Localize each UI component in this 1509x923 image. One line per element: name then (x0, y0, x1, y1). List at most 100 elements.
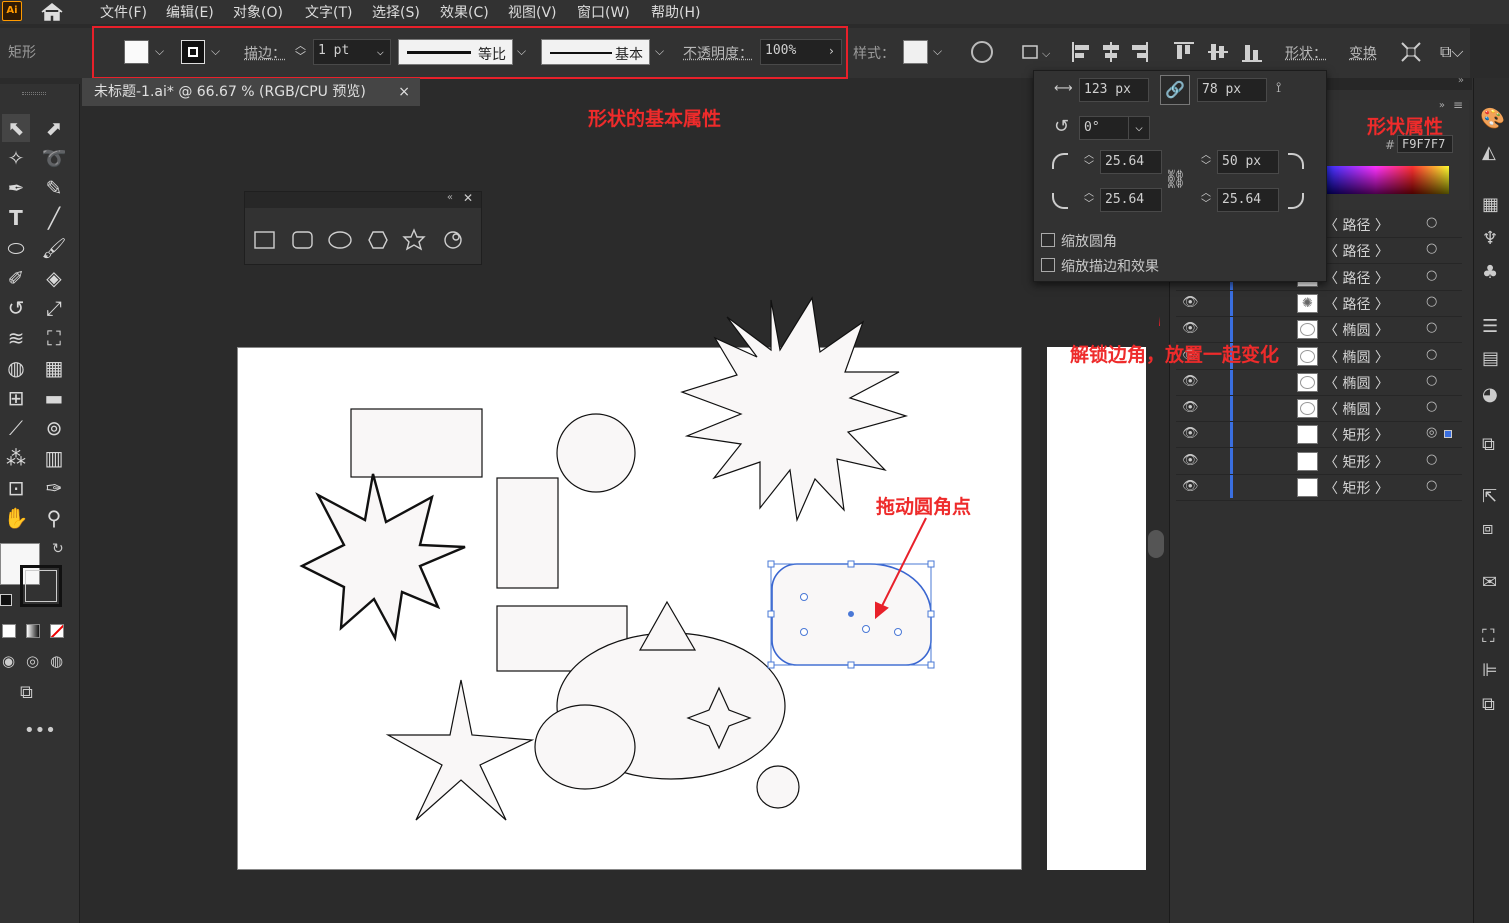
color-spectrum[interactable] (1327, 166, 1449, 194)
unlink-corners-icon[interactable]: ⛓ (1164, 169, 1187, 190)
target-icon[interactable]: ○ (1426, 268, 1437, 283)
eye-icon[interactable]: 👁 (1182, 400, 1199, 415)
gradient-tool-icon[interactable]: ▬ (40, 384, 68, 412)
height-input[interactable]: 78 px (1197, 78, 1267, 102)
target-icon[interactable]: ○ (1426, 399, 1437, 414)
eyedropper-icon[interactable]: ⟋ (2, 414, 30, 442)
paintbrush-icon[interactable]: 🖌 (40, 234, 68, 262)
shape-mode-icon[interactable]: ⌵ (1020, 40, 1054, 64)
menu-file[interactable]: 文件(F) (100, 2, 147, 22)
corner-tr-input[interactable]: 50 px (1217, 150, 1279, 174)
menu-effect[interactable]: 效果(C) (440, 2, 489, 22)
home-icon[interactable] (40, 2, 64, 22)
graph-tool-icon[interactable]: ▥ (40, 444, 68, 472)
gradient-mode-icon[interactable] (26, 624, 40, 638)
magic-wand-icon[interactable]: ✧ (2, 144, 30, 172)
selection-indicator[interactable] (1444, 430, 1452, 439)
close-icon[interactable]: ✕ (463, 191, 473, 205)
lasso-icon[interactable]: ➰ (40, 144, 68, 172)
more-tools-icon[interactable]: ••• (24, 720, 56, 741)
artboards-icon[interactable]: ⧈ (1482, 518, 1493, 539)
document-tab[interactable]: 未标题-1.ai* @ 66.67 % (RGB/CPU 预览) × (82, 78, 420, 106)
export-icon[interactable]: ⇱ (1482, 486, 1497, 507)
symbols-icon[interactable]: ♣ (1482, 262, 1498, 283)
align-panel-icon[interactable]: ⊫ (1482, 660, 1498, 681)
shaper-tool-icon[interactable]: ✐ (2, 264, 30, 292)
free-transform-icon[interactable]: ⛶ (40, 324, 68, 352)
none-mode-icon[interactable] (50, 624, 64, 638)
swatches-icon[interactable]: ▦ (1482, 194, 1499, 215)
draw-inside-icon[interactable]: ◍ (50, 652, 63, 670)
target-icon[interactable]: ◎ (1426, 425, 1437, 440)
panel-menu-icon[interactable]: ≡ (1453, 98, 1463, 112)
brushes-icon[interactable]: ♆ (1482, 228, 1498, 249)
close-tab-icon[interactable]: × (398, 78, 410, 106)
menu-window[interactable]: 窗口(W) (577, 2, 630, 22)
artboard-secondary[interactable] (1047, 347, 1146, 870)
layer-row[interactable]: 👁 ✺ 〈 路径 〉 ○ (1176, 291, 1462, 317)
target-icon[interactable]: ○ (1426, 241, 1437, 256)
eye-icon[interactable]: 👁 (1182, 374, 1199, 389)
pathfinder-icon[interactable]: ⧉ (1482, 694, 1495, 715)
layer-row[interactable]: 👁 〈 矩形 〉 ◎ (1176, 422, 1462, 449)
transform-panel-icon[interactable]: ⛶ (1482, 626, 1495, 647)
chevron-down-icon[interactable]: ⌵ (1128, 116, 1150, 140)
stroke-panel-icon[interactable]: ☰ (1482, 316, 1498, 337)
rotate-tool-icon[interactable]: ↺ (2, 294, 30, 322)
gradient-panel-icon[interactable]: ▤ (1482, 348, 1499, 369)
corner-tl-input[interactable]: 25.64 (1100, 150, 1162, 174)
appearance-icon[interactable]: ⧉ (1482, 434, 1495, 455)
shape-props-button[interactable]: 形状： (1285, 43, 1327, 63)
menu-object[interactable]: 对象(O) (233, 2, 283, 22)
zoom-tool-icon[interactable]: ⚲ (40, 504, 68, 532)
target-icon[interactable]: ○ (1426, 347, 1437, 362)
selection-tool-icon[interactable]: ⬉ (2, 114, 30, 142)
transparency-icon[interactable]: ◕ (1482, 384, 1498, 405)
scale-corners-checkbox[interactable] (1041, 233, 1055, 247)
stepper-icon[interactable]: ︿ ﹀ (1201, 150, 1211, 172)
direct-selection-tool-icon[interactable]: ⬈ (40, 114, 68, 142)
stroke-color-swatch[interactable] (20, 565, 62, 607)
screen-mode-icon[interactable]: ⧉ (20, 682, 33, 703)
shape-builder-icon[interactable]: ◍ (2, 354, 30, 382)
eye-icon[interactable]: 👁 (1182, 295, 1199, 310)
recolor-icon[interactable] (971, 41, 993, 63)
mesh-tool-icon[interactable]: ⊞ (2, 384, 30, 412)
default-colors-icon[interactable] (0, 594, 12, 606)
target-icon[interactable]: ○ (1426, 320, 1437, 335)
corner-bl-input[interactable]: 25.64 (1100, 188, 1162, 212)
scrollbar-thumb[interactable] (1148, 530, 1164, 558)
eye-icon[interactable]: 👁 (1182, 479, 1199, 494)
warp-tool-icon[interactable]: ≋ (2, 324, 30, 352)
stepper-icon[interactable]: ︿ ﹀ (1084, 188, 1094, 210)
pen-tool-icon[interactable]: ✒ (2, 174, 30, 202)
menu-select[interactable]: 选择(S) (372, 2, 420, 22)
eye-icon[interactable]: 👁 (1182, 453, 1199, 468)
artboard[interactable] (237, 347, 1022, 870)
layer-row[interactable]: 👁 〈 椭圆 〉 ○ (1176, 370, 1462, 396)
color-mode-icon[interactable] (2, 624, 16, 638)
artboard-tool-icon[interactable]: ⊡ (2, 474, 30, 502)
swap-colors-icon[interactable]: ↻ (52, 541, 64, 557)
eye-icon[interactable]: 👁 (1182, 321, 1199, 336)
symbol-sprayer-icon[interactable]: ⁂ (2, 444, 30, 472)
chevron-down-icon[interactable]: ⌵ (933, 44, 942, 59)
eye-icon[interactable]: 👁 (1182, 426, 1199, 441)
menu-edit[interactable]: 编辑(E) (166, 2, 214, 22)
blend-tool-icon[interactable]: ⊚ (40, 414, 68, 442)
draw-normal-icon[interactable]: ◉ (2, 652, 15, 670)
target-icon[interactable]: ○ (1426, 294, 1437, 309)
curvature-tool-icon[interactable]: ✎ (40, 174, 68, 202)
menu-view[interactable]: 视图(V) (508, 2, 557, 22)
scale-strokes-checkbox[interactable] (1041, 258, 1055, 272)
layer-row[interactable]: 👁 〈 矩形 〉 ○ (1176, 449, 1462, 475)
scale-tool-icon[interactable]: ⤢ (40, 294, 68, 322)
target-icon[interactable]: ○ (1426, 452, 1437, 467)
stepper-icon[interactable]: ︿ ﹀ (1084, 150, 1094, 172)
corner-br-input[interactable]: 25.64 (1217, 188, 1279, 212)
isolate-icon[interactable] (1400, 41, 1422, 63)
stepper-icon[interactable]: ︿ ﹀ (1201, 188, 1211, 210)
style-swatch[interactable] (903, 40, 928, 64)
comments-icon[interactable]: ✉ (1482, 572, 1497, 593)
arrange-icon[interactable]: ⧉⌵ (1440, 42, 1464, 62)
